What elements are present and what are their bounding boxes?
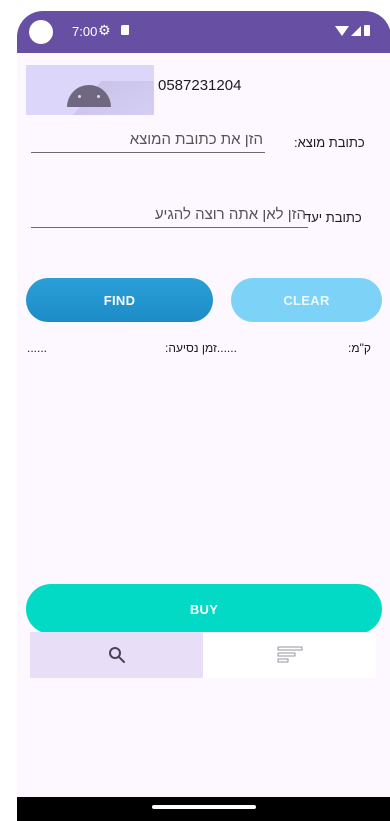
destination-input[interactable] [31, 206, 308, 228]
price-value: ...... [27, 341, 48, 355]
wifi-icon [335, 26, 349, 36]
search-icon [108, 647, 125, 663]
nav-list[interactable] [203, 632, 376, 678]
origin-label: כתובת מוצא: [294, 135, 365, 150]
find-button[interactable]: FIND [26, 278, 213, 322]
sd-card-icon [121, 25, 129, 35]
profile-image [26, 65, 154, 115]
signal-icon [351, 26, 361, 36]
travel-time-label: ......זמן נסיעה: [165, 341, 237, 355]
status-bar: 7:00 ⚙ [17, 11, 390, 53]
list-icon [277, 646, 302, 663]
home-handle[interactable] [152, 805, 256, 809]
origin-input[interactable] [31, 131, 265, 153]
clear-button[interactable]: CLEAR [231, 278, 382, 322]
buy-button[interactable]: BUY [26, 584, 382, 634]
battery-icon [364, 25, 370, 36]
camera-cutout [29, 20, 53, 44]
destination-label: כתובת יעד [304, 210, 362, 225]
android-eye-right [97, 95, 100, 98]
android-eye-left [78, 95, 81, 98]
status-time: 7:00 [72, 24, 98, 39]
bottom-navigation [30, 632, 376, 678]
nav-search[interactable] [30, 632, 203, 678]
gesture-navigation-bar [17, 797, 390, 821]
phone-screen: 7:00 ⚙ 0587231204 כתובת מוצא: כתובת יעד … [17, 11, 390, 821]
distance-label: ק"מ: [348, 341, 371, 355]
settings-icon: ⚙ [98, 22, 111, 38]
phone-number: 0587231204 [158, 77, 242, 94]
